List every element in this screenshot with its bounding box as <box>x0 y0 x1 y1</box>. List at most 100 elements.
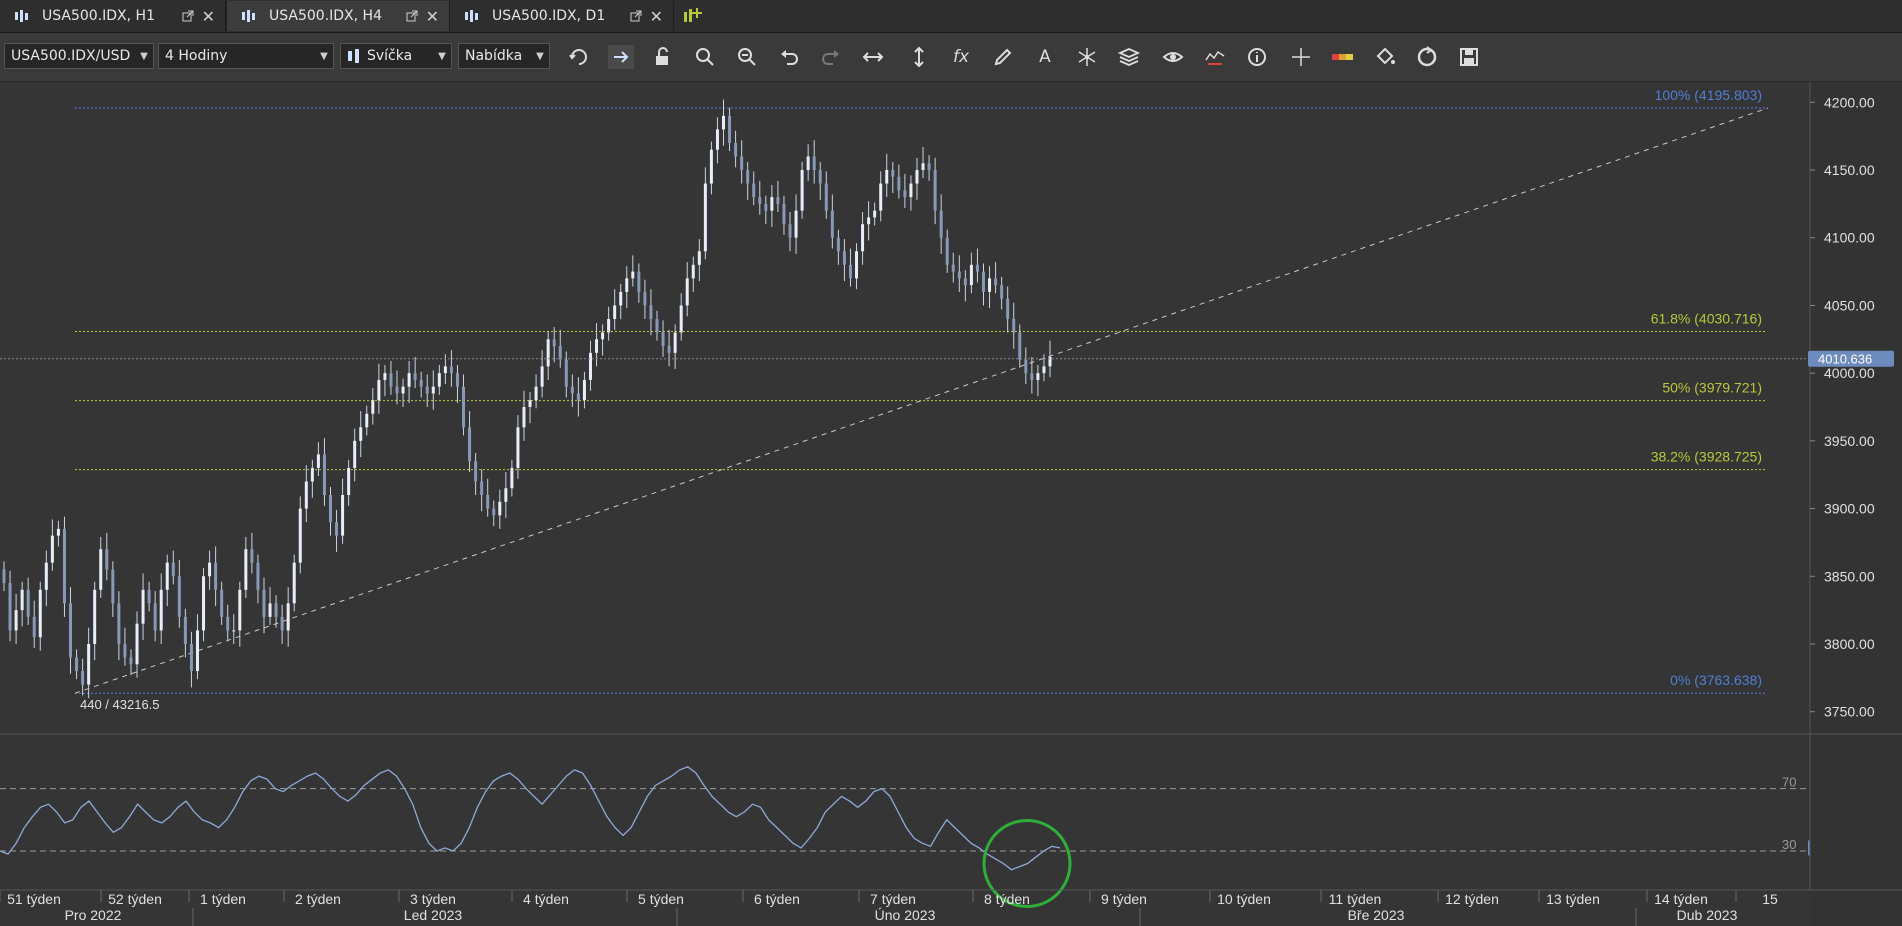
candle-body <box>480 481 484 496</box>
y-tick-label: 3750.00 <box>1824 704 1875 720</box>
candle-body <box>195 630 199 672</box>
candle-body <box>328 495 332 523</box>
candle-body <box>897 176 901 191</box>
vertical-resize-icon[interactable] <box>906 45 932 69</box>
horizontal-resize-icon[interactable] <box>860 45 886 69</box>
candle-body <box>582 379 586 401</box>
candle-body <box>969 264 973 286</box>
eye-icon[interactable] <box>1160 45 1186 69</box>
chart-style-select[interactable]: Svíčka ▼ <box>340 43 452 69</box>
tab-label: USA500.IDX, H4 <box>269 8 382 24</box>
close-tab-icon[interactable]: ✕ <box>426 7 439 26</box>
candle-body <box>861 224 865 252</box>
close-tab-icon[interactable]: ✕ <box>650 7 663 26</box>
y-tick-label: 3900.00 <box>1824 501 1875 517</box>
popout-icon[interactable] <box>406 10 418 22</box>
candle-body <box>510 467 514 489</box>
candle-chart-icon <box>15 10 28 22</box>
candle-body <box>782 203 786 225</box>
tab-usa500-h4[interactable]: USA500.IDX, H4 ✕ <box>226 1 450 31</box>
candle-body <box>38 589 42 638</box>
candle-body <box>939 210 943 238</box>
period-select[interactable]: 4 Hodiny ▼ <box>158 43 334 69</box>
candle-body <box>927 163 931 171</box>
crosshair-icon[interactable] <box>1288 45 1314 69</box>
candle-body <box>431 386 435 394</box>
candle-body <box>117 603 121 644</box>
circle-arrow-icon[interactable] <box>1414 45 1440 69</box>
chevron-down-icon: ▼ <box>140 50 148 62</box>
candle-body <box>8 583 12 631</box>
paint-bucket-icon[interactable] <box>1372 45 1398 69</box>
candle-body <box>232 630 236 632</box>
candle-body <box>679 305 683 333</box>
candle-body <box>220 589 224 617</box>
tab-usa500-d1[interactable]: USA500.IDX, D1 ✕ <box>450 1 674 31</box>
x-month-label: Led 2023 <box>404 907 463 923</box>
candle-body <box>1030 373 1034 380</box>
candle-body <box>81 671 85 685</box>
x-week-label: 4 týden <box>523 891 569 907</box>
formula-icon[interactable]: fx <box>948 45 974 69</box>
pattern-icon[interactable] <box>1074 45 1100 69</box>
candle-body <box>1006 298 1010 319</box>
candle-body <box>353 440 357 468</box>
candle-body <box>1012 318 1016 333</box>
popout-icon[interactable] <box>182 10 194 22</box>
info-icon[interactable] <box>1244 45 1270 69</box>
add-tab-icon[interactable] <box>682 4 704 26</box>
redo-icon[interactable] <box>818 45 844 69</box>
offer-side-select[interactable]: Nabídka ▼ <box>458 43 550 69</box>
candle-body <box>202 576 206 631</box>
candle-body <box>99 549 103 590</box>
candle-body <box>341 495 345 536</box>
zoom-out-icon[interactable] <box>734 45 760 69</box>
chart-area[interactable]: 100% (4195.803) 61.8% (4030.716) 50% (3979… <box>0 82 1902 926</box>
candle-body <box>824 183 828 211</box>
candle-body <box>981 271 985 292</box>
candle-body <box>685 278 689 306</box>
candle-body <box>111 569 115 604</box>
candle-body <box>516 427 520 468</box>
candle-body <box>933 170 937 211</box>
color-bar-icon[interactable] <box>1330 45 1356 69</box>
candle-body <box>1042 366 1046 374</box>
candle-body <box>280 616 284 631</box>
instrument-select[interactable]: USA500.IDX/USD ▼ <box>4 43 154 69</box>
save-icon[interactable] <box>1456 45 1482 69</box>
candle-body <box>812 156 816 171</box>
candle-body <box>740 156 744 171</box>
x-month-label: Dub 2023 <box>1677 907 1738 923</box>
candle-body <box>957 271 961 279</box>
candle-body <box>177 576 181 617</box>
candle-body <box>558 346 562 360</box>
popout-icon[interactable] <box>630 10 642 22</box>
refresh-icon[interactable] <box>566 45 592 69</box>
candle-body <box>262 589 266 617</box>
candle-body <box>619 291 623 306</box>
candle-body <box>921 163 925 171</box>
candle-body <box>474 461 478 482</box>
text-icon[interactable]: A <box>1032 45 1058 69</box>
autoshift-icon[interactable] <box>608 45 634 69</box>
candle-body <box>395 386 399 394</box>
x-week-label: 5 týden <box>638 891 684 907</box>
zoom-in-icon[interactable] <box>692 45 718 69</box>
candle-body <box>988 278 992 292</box>
candle-body <box>570 386 574 394</box>
candle-body <box>26 589 30 617</box>
pencil-icon[interactable] <box>990 45 1016 69</box>
tab-usa500-h1[interactable]: USA500.IDX, H1 ✕ <box>0 1 226 31</box>
close-tab-icon[interactable]: ✕ <box>202 7 215 26</box>
candle-body <box>304 481 308 509</box>
undo-icon[interactable] <box>776 45 802 69</box>
candle-body <box>443 366 447 374</box>
indicator-icon[interactable] <box>1202 45 1228 69</box>
layers-icon[interactable] <box>1116 45 1142 69</box>
period-value: 4 Hodiny <box>165 48 228 64</box>
lock-icon[interactable] <box>650 45 676 69</box>
candle-body <box>44 562 48 590</box>
candle-body <box>631 271 635 279</box>
candle-body <box>141 589 145 624</box>
candle-body <box>752 183 756 198</box>
